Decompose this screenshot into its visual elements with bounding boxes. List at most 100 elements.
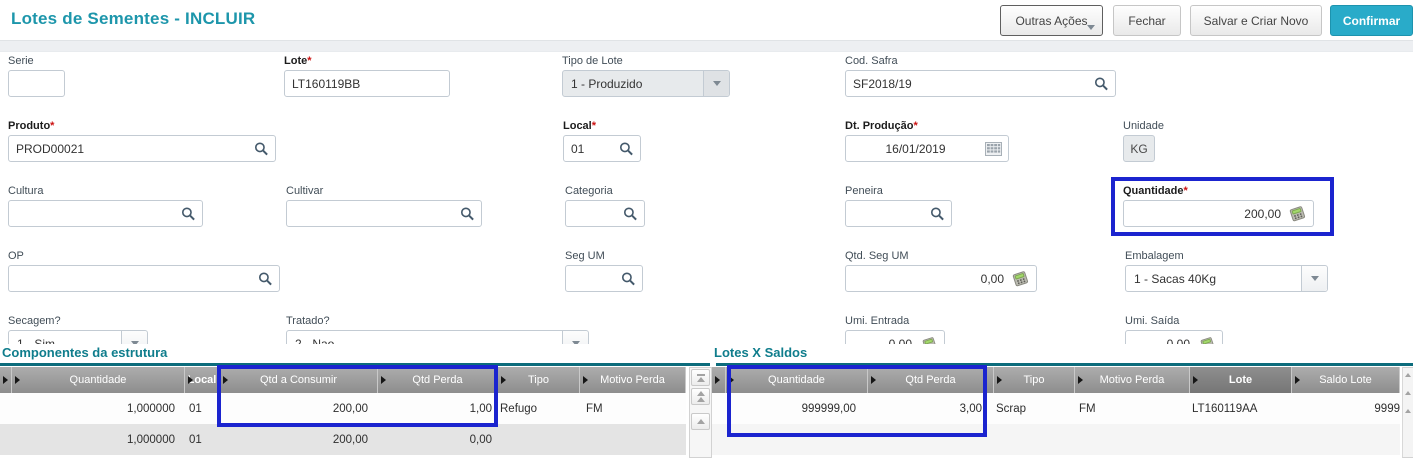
row-marker-icon: [715, 376, 720, 384]
column-header-quantidade[interactable]: Quantidade: [12, 367, 185, 393]
left-grid-scrollbar[interactable]: [689, 367, 712, 458]
scroll-to-top-button[interactable]: [691, 369, 710, 386]
serie-input[interactable]: [9, 71, 64, 96]
cell-motivo-perda[interactable]: FM: [580, 393, 686, 424]
column-header-saldo-lote[interactable]: Saldo Lote: [1292, 367, 1400, 393]
secagem-label: Secagem?: [8, 315, 148, 328]
column-header-lote[interactable]: Lote: [1190, 367, 1292, 393]
cell-local[interactable]: 01: [185, 424, 220, 455]
field-tipo-de-lote: Tipo de Lote 1 - Produzido: [562, 55, 730, 97]
column-arrow-icon: [381, 376, 386, 384]
calculator-icon[interactable]: [1288, 205, 1307, 222]
cell-motivo-perda[interactable]: [580, 424, 686, 455]
left-grid-title: Componentes da estrutura: [2, 345, 167, 360]
cell-lote[interactable]: LT160119AA: [1190, 393, 1292, 424]
cell-motivo-perda[interactable]: FM: [1075, 393, 1190, 424]
produto-input[interactable]: [9, 136, 275, 161]
scroll-up-button[interactable]: [691, 413, 710, 430]
serie-label: Serie: [8, 55, 65, 68]
column-header-qtd-perda[interactable]: Qtd Perda: [868, 367, 994, 393]
cell-qtd-a-consumir[interactable]: 200,00: [220, 424, 378, 455]
cultivar-input[interactable]: [287, 201, 481, 226]
lote-input[interactable]: [285, 71, 449, 96]
qtd-seg-um-input[interactable]: [846, 266, 1036, 291]
column-header-qtd-perda[interactable]: Qtd Perda: [378, 367, 498, 393]
field-cultura: Cultura: [8, 185, 203, 227]
column-header-quantidade[interactable]: Quantidade: [726, 367, 868, 393]
unidade-value: KG: [1123, 135, 1155, 162]
embalagem-select[interactable]: 1 - Sacas 40Kg: [1125, 265, 1328, 292]
table-row[interactable]: 999999,00 3,00 Scrap FM LT160119AA 9999: [712, 393, 1400, 424]
outras-acoes-button[interactable]: Outras Ações: [1000, 5, 1103, 36]
table-row[interactable]: 1,000000 01 200,00 0,00: [0, 424, 686, 455]
search-icon[interactable]: [623, 206, 638, 221]
search-icon[interactable]: [460, 206, 475, 221]
column-header-tipo[interactable]: Tipo: [498, 367, 580, 393]
scroll-up-icon: [1405, 391, 1411, 395]
page-title: Lotes de Sementes - INCLUIR: [11, 9, 255, 29]
salvar-e-criar-novo-button[interactable]: Salvar e Criar Novo: [1190, 5, 1322, 36]
categoria-label: Categoria: [565, 185, 645, 198]
cell-qtd-perda[interactable]: 3,00: [868, 393, 994, 424]
cultura-input[interactable]: [9, 201, 202, 226]
fechar-button[interactable]: Fechar: [1113, 5, 1181, 36]
column-arrow-icon: [1078, 376, 1083, 384]
cell-tipo[interactable]: [498, 424, 580, 455]
column-header-tipo[interactable]: Tipo: [994, 367, 1075, 393]
column-header-motivo-perda[interactable]: Motivo Perda: [1075, 367, 1190, 393]
chevron-down-icon: [1311, 276, 1319, 281]
right-grid-title-rule: [716, 363, 1413, 366]
dt-producao-label: Dt. Produção: [845, 120, 913, 132]
seg-um-label: Seg UM: [565, 250, 643, 263]
embalagem-dropdown-button[interactable]: [1301, 266, 1327, 291]
search-icon[interactable]: [1094, 76, 1109, 91]
search-icon[interactable]: [621, 271, 636, 286]
column-arrow-icon: [583, 376, 588, 384]
local-label: Local: [563, 120, 592, 132]
embalagem-label: Embalagem: [1125, 250, 1328, 263]
tipo-de-lote-dropdown-button[interactable]: [703, 71, 729, 96]
search-icon[interactable]: [254, 141, 269, 156]
column-arrow-icon: [1193, 376, 1198, 384]
umi-saida-label: Umi. Saída: [1125, 315, 1223, 328]
search-icon[interactable]: [930, 206, 945, 221]
column-header-local[interactable]: Local: [185, 367, 220, 393]
toolbar-divider: [0, 40, 1413, 52]
qtd-seg-um-label: Qtd. Seg UM: [845, 250, 1037, 263]
cell-saldo-lote[interactable]: 9999: [1292, 393, 1400, 424]
cod-safra-input[interactable]: [846, 71, 1115, 96]
field-categoria: Categoria: [565, 185, 645, 227]
search-icon[interactable]: [258, 271, 273, 286]
cultivar-label: Cultivar: [286, 185, 482, 198]
cell-quantidade[interactable]: 999999,00: [726, 393, 868, 424]
cell-qtd-perda[interactable]: 1,00: [378, 393, 498, 424]
cell-qtd-a-consumir[interactable]: 200,00: [220, 393, 378, 424]
cell-quantidade[interactable]: 1,000000: [12, 393, 185, 424]
cell-tipo[interactable]: Refugo: [498, 393, 580, 424]
quantidade-input[interactable]: [1124, 201, 1313, 226]
calendar-icon[interactable]: [985, 142, 1002, 156]
cell-qtd-perda[interactable]: 0,00: [378, 424, 498, 455]
lotes-saldos-grid-header: Quantidade Qtd Perda Tipo Motivo Perda L…: [712, 367, 1400, 393]
scroll-up-icon: [1405, 409, 1411, 413]
cell-local[interactable]: 01: [185, 393, 220, 424]
column-header-qtd-a-consumir[interactable]: Qtd a Consumir: [220, 367, 378, 393]
table-row[interactable]: 1,000000 01 200,00 1,00 Refugo FM: [0, 393, 686, 424]
search-icon[interactable]: [619, 141, 634, 156]
column-header-motivo-perda[interactable]: Motivo Perda: [580, 367, 686, 393]
cell-quantidade[interactable]: 1,000000: [12, 424, 185, 455]
column-arrow-icon: [223, 376, 228, 384]
confirmar-button[interactable]: Confirmar: [1330, 5, 1413, 36]
calculator-icon[interactable]: [1011, 270, 1030, 287]
field-unidade: Unidade KG: [1123, 120, 1155, 162]
dt-producao-input[interactable]: [846, 136, 1008, 161]
outras-acoes-label: Outras Ações: [1015, 14, 1087, 28]
cell-tipo[interactable]: Scrap: [994, 393, 1075, 424]
scroll-up-icon: [697, 377, 705, 382]
op-input[interactable]: [9, 266, 279, 291]
right-grid-scrollbar[interactable]: [1402, 367, 1413, 458]
tipo-de-lote-select[interactable]: 1 - Produzido: [562, 70, 730, 97]
field-dt-producao: Dt. Produção*: [845, 120, 1009, 162]
search-icon[interactable]: [181, 206, 196, 221]
scroll-page-up-button[interactable]: [691, 388, 710, 405]
